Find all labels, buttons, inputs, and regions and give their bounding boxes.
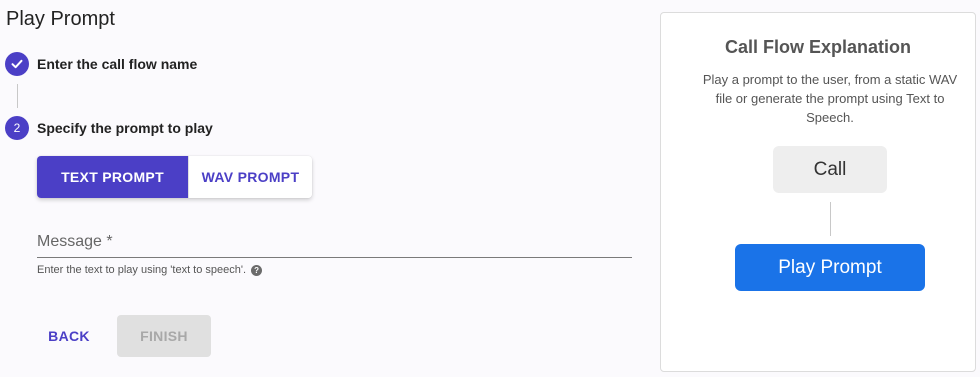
flow-node-play-prompt: Play Prompt [735, 244, 925, 291]
step-2-label: Specify the prompt to play [37, 120, 213, 136]
page-title: Play Prompt [6, 8, 115, 30]
message-helper-text: Enter the text to play using 'text to sp… [37, 264, 247, 276]
prompt-type-toggle: TEXT PROMPT WAV PROMPT [37, 156, 312, 198]
step-1-check-icon [5, 52, 29, 76]
step-2-number: 2 [5, 116, 29, 140]
flow-node-connector [830, 202, 831, 236]
explanation-description: Play a prompt to the user, from a static… [702, 72, 958, 125]
flow-node-call: Call [773, 146, 887, 193]
help-icon[interactable]: ? [251, 264, 263, 276]
wav-prompt-button[interactable]: WAV PROMPT [188, 156, 312, 198]
text-prompt-button[interactable]: TEXT PROMPT [37, 156, 188, 198]
finish-button: FINISH [117, 315, 211, 357]
call-flow-explanation-card: Call Flow Explanation Play a prompt to t… [660, 12, 976, 372]
message-label: Message * [37, 233, 113, 250]
check-icon [11, 59, 23, 69]
message-input[interactable]: Message * [37, 228, 632, 258]
step-connector [17, 84, 18, 108]
step-1-label: Enter the call flow name [37, 56, 198, 72]
back-button[interactable]: BACK [37, 315, 101, 357]
explanation-title: Call Flow Explanation [724, 37, 912, 57]
message-helper: Enter the text to play using 'text to sp… [37, 264, 263, 276]
